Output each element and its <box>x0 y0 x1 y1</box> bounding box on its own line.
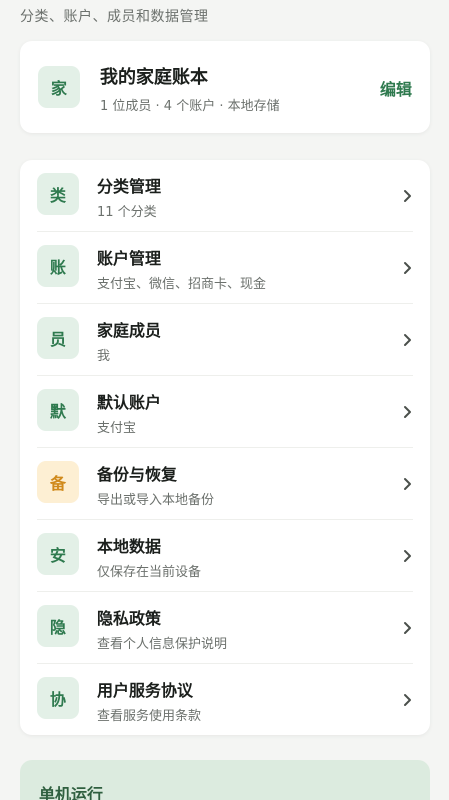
menu-item-title: 账户管理 <box>97 249 162 268</box>
edit-button[interactable]: 编辑 <box>380 76 412 100</box>
menu-item-badge: 安 <box>37 533 79 575</box>
page-subtitle: 分类、账户、成员和数据管理 <box>20 9 209 25</box>
chevron-right-icon <box>404 622 411 634</box>
menu-item-subtitle: 查看个人信息保护说明 <box>97 637 228 652</box>
menu-item-privacy-policy[interactable]: 隐 隐私政策 查看个人信息保护说明 <box>20 592 430 664</box>
menu-item-badge: 备 <box>37 461 79 503</box>
chevron-right-icon <box>404 478 411 490</box>
menu-item-subtitle: 支付宝 <box>97 421 137 436</box>
offline-mode-card: 单机运行 <box>20 760 430 800</box>
family-ledger-card[interactable]: 家 我的家庭账本 1 位成员 · 4 个账户 · 本地存储 编辑 <box>20 41 430 133</box>
settings-menu-list: 类 分类管理 11 个分类 账 账户管理 支付宝、微信、招商卡、现金 员 家庭成… <box>20 160 430 735</box>
chevron-right-icon <box>404 334 411 346</box>
menu-item-subtitle: 导出或导入本地备份 <box>97 493 215 508</box>
menu-item-title: 默认账户 <box>97 393 162 412</box>
menu-item-title: 分类管理 <box>97 177 162 196</box>
menu-item-title: 隐私政策 <box>97 609 162 628</box>
chevron-right-icon <box>404 262 411 274</box>
chevron-right-icon <box>404 550 411 562</box>
menu-item-badge: 账 <box>37 245 79 287</box>
chevron-right-icon <box>404 190 411 202</box>
menu-item-accounts[interactable]: 账 账户管理 支付宝、微信、招商卡、现金 <box>20 232 430 304</box>
menu-item-subtitle: 11 个分类 <box>97 205 157 220</box>
menu-item-badge: 默 <box>37 389 79 431</box>
menu-item-subtitle: 查看服务使用条款 <box>97 709 202 724</box>
menu-item-badge: 员 <box>37 317 79 359</box>
menu-item-badge: 类 <box>37 173 79 215</box>
menu-item-subtitle: 支付宝、微信、招商卡、现金 <box>97 277 267 292</box>
chevron-right-icon <box>404 406 411 418</box>
menu-item-backup-restore[interactable]: 备 备份与恢复 导出或导入本地备份 <box>20 448 430 520</box>
menu-item-title: 备份与恢复 <box>97 465 178 484</box>
family-ledger-meta: 1 位成员 · 4 个账户 · 本地存储 <box>100 99 280 114</box>
menu-item-local-data[interactable]: 安 本地数据 仅保存在当前设备 <box>20 520 430 592</box>
menu-item-badge: 协 <box>37 677 79 719</box>
menu-item-subtitle: 仅保存在当前设备 <box>97 565 202 580</box>
family-ledger-title: 我的家庭账本 <box>100 67 208 88</box>
menu-item-members[interactable]: 员 家庭成员 我 <box>20 304 430 376</box>
menu-item-title: 用户服务协议 <box>97 681 194 700</box>
family-badge: 家 <box>38 66 80 108</box>
settings-page: 分类、账户、成员和数据管理 家 我的家庭账本 1 位成员 · 4 个账户 · 本… <box>0 0 449 800</box>
offline-mode-title: 单机运行 <box>39 785 104 800</box>
menu-item-title: 本地数据 <box>97 537 162 556</box>
menu-item-subtitle: 我 <box>97 349 111 364</box>
menu-item-user-agreement[interactable]: 协 用户服务协议 查看服务使用条款 <box>20 664 430 736</box>
menu-item-badge: 隐 <box>37 605 79 647</box>
menu-item-title: 家庭成员 <box>97 321 162 340</box>
chevron-right-icon <box>404 694 411 706</box>
menu-item-default-account[interactable]: 默 默认账户 支付宝 <box>20 376 430 448</box>
menu-item-categories[interactable]: 类 分类管理 11 个分类 <box>20 160 430 232</box>
